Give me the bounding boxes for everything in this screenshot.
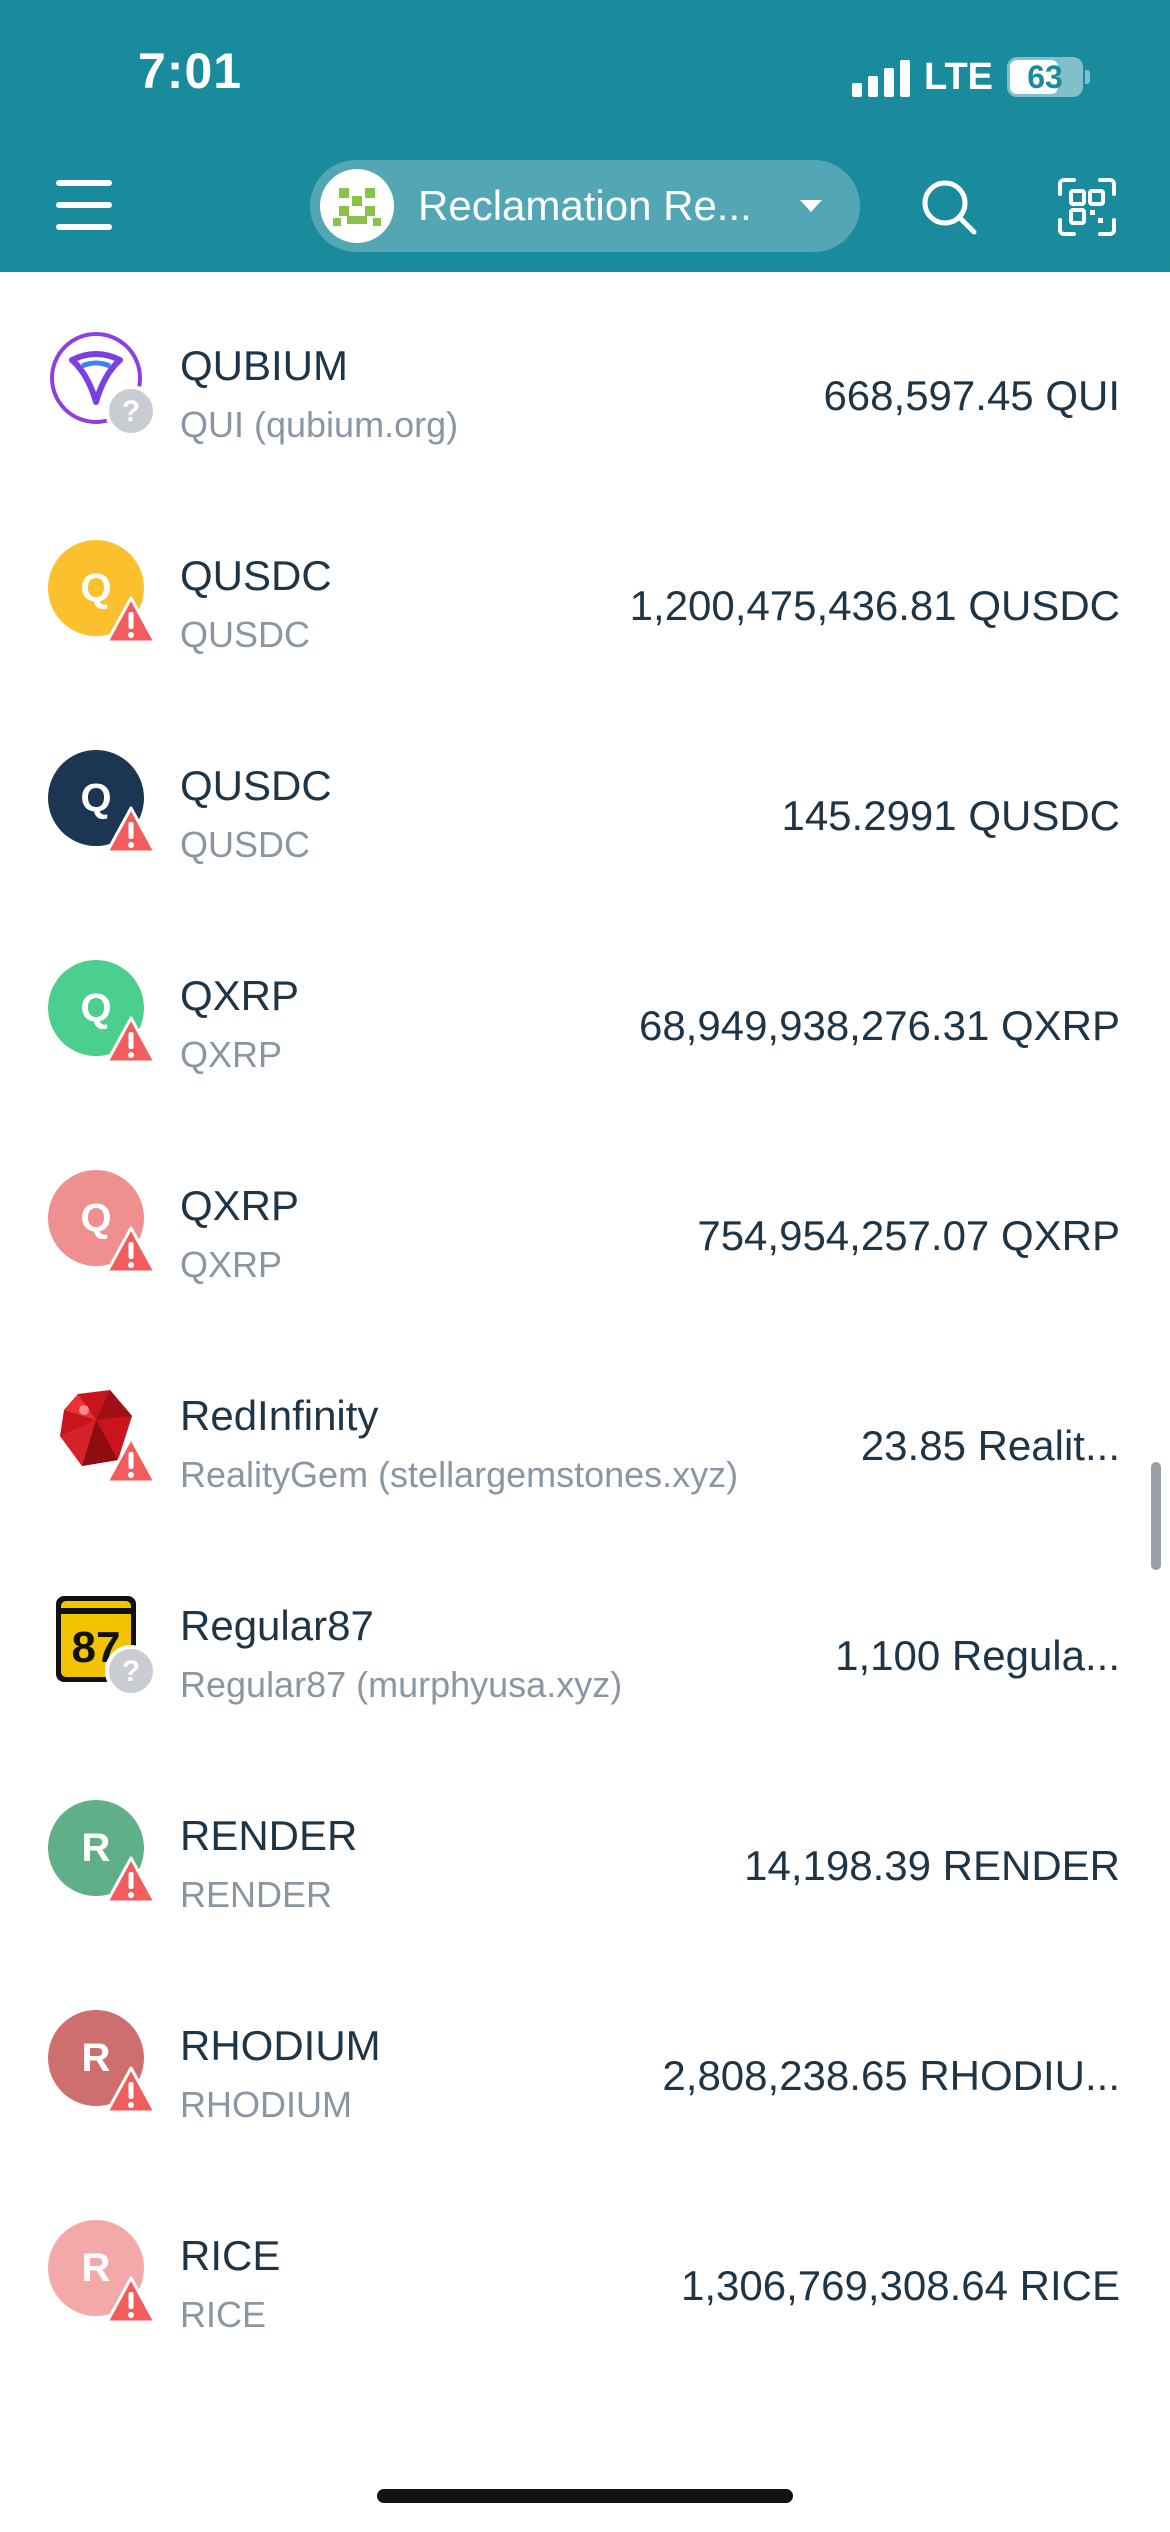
token-icon: Q [48,960,157,1064]
token-balance: 68,949,938,276.31 QXRP [638,1002,1120,1049]
token-subtitle: RENDER [180,1874,333,1915]
token-name: QUSDC [180,552,332,599]
token-icon: Q [48,750,157,854]
search-icon[interactable] [918,176,980,238]
home-indicator[interactable] [377,2489,793,2503]
token-balance: 1,100 Regula... [835,1632,1120,1679]
token-balance: 1,200,475,436.81 QUSDC [629,582,1120,629]
token-name: QUSDC [180,762,332,809]
token-subtitle: Regular87 (murphyusa.xyz) [180,1664,623,1705]
token-balance: 668,597.45 QUI [823,372,1120,419]
warning-icon [105,2066,157,2114]
token-name: RedInfinity [180,1392,379,1439]
token-row[interactable]: Q QXRP QXRP 68,949,938,276.31 QXRP [0,902,1170,1112]
token-subtitle: QXRP [180,1244,283,1285]
warning-icon [105,1436,157,1484]
warning-icon [105,1016,157,1064]
battery-cap [1085,70,1090,84]
token-subtitle: QUI (qubium.org) [180,404,459,445]
signal-icon [852,57,911,97]
token-row[interactable]: R RICE RICE 1,306,769,308.64 RICE [0,2162,1170,2372]
token-subtitle: QUSDC [180,824,311,865]
token-name: RHODIUM [180,2022,381,2069]
token-name: QXRP [180,972,300,1019]
chevron-down-icon [800,200,822,212]
token-balance: 1,306,769,308.64 RICE [681,2262,1120,2309]
token-icon: R [48,1800,157,1904]
token-row[interactable]: ? QUBIUM QUI (qubium.org) 668,597.45 QUI [0,272,1170,482]
token-name: QUBIUM [180,342,348,389]
account-name: Reclamation Re... [418,182,752,229]
warning-icon [105,2276,157,2324]
token-name: RICE [180,2232,281,2279]
token-row[interactable]: Q QUSDC QUSDC 1,200,475,436.81 QUSDC [0,482,1170,692]
token-name: RENDER [180,1812,358,1859]
warning-icon [105,806,157,854]
battery-icon: 63 [1007,57,1083,97]
token-row[interactable]: R RENDER RENDER 14,198.39 RENDER [0,1742,1170,1952]
menu-icon[interactable] [56,180,112,230]
warning-icon [105,1226,157,1274]
token-subtitle: QUSDC [180,614,311,655]
status-indicators: LTE 63 [852,52,1090,102]
token-subtitle: RHODIUM [180,2084,352,2125]
token-balance: 23.85 Realit... [860,1422,1120,1469]
token-list: ? QUBIUM QUI (qubium.org) 668,597.45 QUI… [0,272,1170,2372]
token-name: QXRP [180,1182,300,1229]
unknown-badge-icon: ? [105,385,157,437]
token-row[interactable]: RedInfinity RealityGem (stellargemstones… [0,1322,1170,1532]
warning-icon [105,596,157,644]
token-row[interactable]: R RHODIUM RHODIUM 2,808,238.65 RHODIU... [0,1952,1170,2162]
token-row[interactable]: Q QUSDC QUSDC 145.2991 QUSDC [0,692,1170,902]
token-balance: 14,198.39 RENDER [744,1842,1120,1889]
qubium-logo-icon: ? [48,330,157,437]
svg-text:?: ? [122,395,140,428]
token-balance: 145.2991 QUSDC [781,792,1120,839]
token-row[interactable]: Q QXRP QXRP 754,954,257.07 QXRP [0,1112,1170,1322]
token-name: Regular87 [180,1602,374,1649]
token-subtitle: RealityGem (stellargemstones.xyz) [180,1454,739,1495]
token-balance: 754,954,257.07 QXRP [697,1212,1120,1259]
warning-icon [105,1856,157,1904]
svg-text:?: ? [122,1655,140,1688]
token-icon: R [48,2220,157,2324]
qr-scan-icon[interactable] [1056,176,1118,238]
red-gem-icon [48,1380,157,1484]
app-header: 7:01 LTE 63 Reclamation Re... [0,0,1170,272]
account-avatar [320,169,394,243]
status-time: 7:01 [138,43,243,99]
token-row[interactable]: 87 ? Regular87 Regular87 (murphyusa.xyz)… [0,1532,1170,1742]
token-subtitle: QXRP [180,1034,283,1075]
scrollbar[interactable] [1151,1462,1161,1570]
token-icon: Q [48,540,157,644]
token-subtitle: RICE [180,2294,267,2335]
battery-level: 63 [1027,58,1063,95]
regular87-sign-icon: 87 ? [48,1590,157,1697]
token-icon: Q [48,1170,157,1274]
identicon-icon [333,188,381,226]
network-label: LTE [924,55,993,98]
account-selector[interactable]: Reclamation Re... [310,160,860,252]
token-icon: R [48,2010,157,2114]
token-balance: 2,808,238.65 RHODIU... [662,2052,1120,2099]
unknown-badge-icon: ? [105,1645,157,1697]
